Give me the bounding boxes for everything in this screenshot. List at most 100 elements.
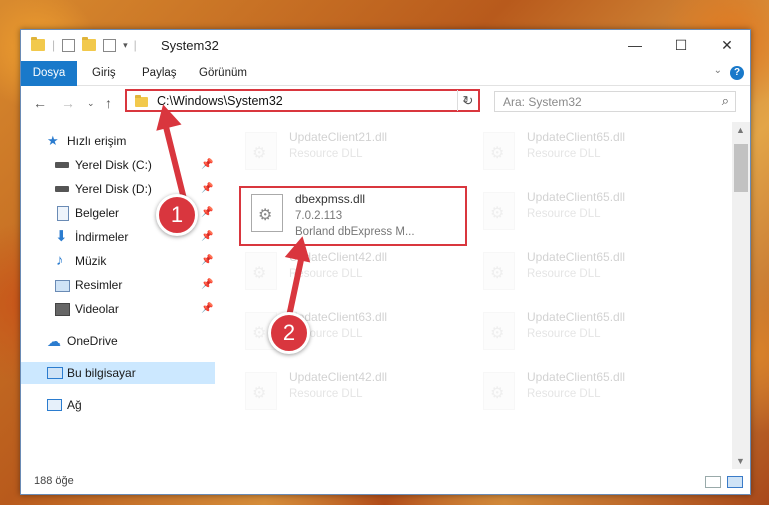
list-item[interactable]: UpdateClient65.dll Resource DLL bbox=[473, 366, 693, 414]
title-bar: | ▾ | System32 — ☐ ✕ bbox=[21, 30, 750, 61]
details-view-icon[interactable] bbox=[705, 476, 721, 488]
file-company: Borland dbExpress M... bbox=[295, 226, 415, 238]
pin-icon[interactable]: 📌 bbox=[201, 250, 213, 272]
nav-item-videos[interactable]: Videolar 📌 bbox=[21, 298, 215, 320]
dll-file-icon bbox=[483, 252, 515, 290]
list-item[interactable]: UpdateClient65.dll Resource DLL bbox=[473, 306, 693, 354]
address-bar[interactable]: C:\Windows\System32 ⌄ bbox=[125, 89, 480, 112]
dll-file-icon bbox=[483, 192, 515, 230]
scrollbar-thumb[interactable] bbox=[734, 144, 748, 192]
search-input[interactable]: Ara: System32 ⌕ bbox=[494, 91, 736, 112]
help-icon[interactable]: ? bbox=[730, 66, 744, 80]
file-description: Resource DLL bbox=[527, 388, 601, 400]
file-name: UpdateClient65.dll bbox=[527, 130, 626, 144]
file-description: Resource DLL bbox=[289, 388, 363, 400]
quick-access-toolbar: | ▾ | bbox=[31, 37, 137, 52]
up-arrow-icon[interactable]: ↑ bbox=[105, 95, 112, 111]
scroll-down-icon[interactable]: ▼ bbox=[736, 456, 745, 466]
videos-icon bbox=[55, 303, 70, 316]
file-list: UpdateClient21.dll Resource DLL dbexpmss… bbox=[235, 122, 732, 462]
callout-badge-1: 1 bbox=[156, 194, 198, 236]
list-item[interactable]: UpdateClient65.dll Resource DLL bbox=[473, 246, 693, 294]
nav-label: Bu bilgisayar bbox=[67, 366, 136, 380]
file-name: UpdateClient65.dll bbox=[527, 370, 626, 384]
close-button[interactable]: ✕ bbox=[704, 30, 750, 61]
minimize-button[interactable]: — bbox=[612, 30, 658, 61]
nav-item-disk-c[interactable]: Yerel Disk (C:) 📌 bbox=[21, 154, 215, 176]
chevron-down-icon[interactable]: ▾ bbox=[123, 40, 128, 51]
nav-label: Yerel Disk (C:) bbox=[75, 158, 152, 172]
documents-icon bbox=[57, 206, 69, 221]
pin-icon[interactable]: 📌 bbox=[201, 202, 213, 224]
search-placeholder: Ara: System32 bbox=[503, 95, 582, 109]
dll-file-icon bbox=[251, 194, 283, 232]
nav-label: OneDrive bbox=[67, 334, 118, 348]
dll-file-icon bbox=[483, 312, 515, 350]
list-item[interactable]: UpdateClient42.dll Resource DLL bbox=[235, 366, 455, 414]
nav-label: Resimler bbox=[75, 278, 123, 292]
divider: | bbox=[52, 38, 56, 52]
status-bar: 188 öğe bbox=[21, 470, 750, 494]
file-name: UpdateClient42.dll bbox=[289, 370, 388, 384]
chevron-down-icon[interactable]: ⌄ bbox=[714, 65, 722, 76]
vertical-scrollbar[interactable]: ▲ ▼ bbox=[732, 122, 750, 469]
properties-icon[interactable] bbox=[62, 38, 76, 52]
window-title: System32 bbox=[161, 38, 219, 53]
nav-label: Yerel Disk (D:) bbox=[75, 182, 152, 196]
explorer-window: | ▾ | System32 — ☐ ✕ Dosya Giriş Paylaş … bbox=[20, 29, 751, 495]
folder-icon bbox=[31, 37, 45, 51]
nav-quick-access[interactable]: ★ Hızlı erişim bbox=[21, 130, 215, 152]
recent-locations-icon[interactable]: ⌄ bbox=[87, 98, 95, 109]
file-description: Resource DLL bbox=[527, 328, 601, 340]
customize-icon[interactable] bbox=[103, 38, 117, 52]
pin-icon[interactable]: 📌 bbox=[201, 298, 213, 320]
maximize-button[interactable]: ☐ bbox=[658, 30, 704, 61]
music-icon: ♪ bbox=[56, 252, 64, 269]
pin-icon[interactable]: 📌 bbox=[201, 154, 213, 176]
nav-item-onedrive[interactable]: ☁ OneDrive bbox=[21, 330, 215, 352]
tab-view[interactable]: Görünüm bbox=[199, 61, 247, 85]
file-description: Resource DLL bbox=[527, 268, 601, 280]
pin-icon[interactable]: 📌 bbox=[201, 226, 213, 248]
computer-icon bbox=[47, 367, 63, 379]
file-description: Resource DLL bbox=[289, 148, 363, 160]
tab-share[interactable]: Paylaş bbox=[142, 61, 177, 85]
list-item[interactable]: UpdateClient42.dll Resource DLL bbox=[235, 246, 455, 294]
refresh-icon[interactable]: ↻ bbox=[457, 90, 478, 111]
file-version: 7.0.2.113 bbox=[295, 210, 343, 222]
nav-label: İndirmeler bbox=[75, 230, 129, 244]
dll-file-icon bbox=[483, 372, 515, 410]
nav-item-this-pc[interactable]: Bu bilgisayar bbox=[21, 362, 215, 384]
list-item[interactable]: UpdateClient65.dll Resource DLL bbox=[473, 126, 693, 174]
arrow-head-icon bbox=[284, 233, 316, 263]
callout-badge-2: 2 bbox=[268, 312, 310, 354]
file-name: UpdateClient21.dll bbox=[289, 130, 388, 144]
pin-icon[interactable]: 📌 bbox=[201, 178, 213, 200]
item-count: 188 öğe bbox=[34, 475, 74, 487]
new-folder-icon[interactable] bbox=[82, 37, 97, 51]
divider: | bbox=[133, 38, 137, 52]
network-icon bbox=[47, 399, 62, 411]
nav-item-pictures[interactable]: Resimler 📌 bbox=[21, 274, 215, 296]
download-icon: ⬇ bbox=[55, 228, 68, 245]
file-name: UpdateClient65.dll bbox=[527, 190, 626, 204]
navigation-pane: ★ Hızlı erişim Yerel Disk (C:) 📌 Yerel D… bbox=[21, 122, 217, 462]
list-item[interactable]: UpdateClient21.dll Resource DLL bbox=[235, 126, 455, 174]
list-item-dbexpmss[interactable]: dbexpmss.dll 7.0.2.113 Borland dbExpress… bbox=[239, 186, 467, 246]
pin-icon[interactable]: 📌 bbox=[201, 274, 213, 296]
back-arrow-icon[interactable]: ← bbox=[33, 95, 47, 111]
tab-home[interactable]: Giriş bbox=[92, 61, 116, 85]
tiles-view-icon[interactable] bbox=[727, 476, 743, 488]
nav-item-network[interactable]: Ağ bbox=[21, 394, 215, 416]
dll-file-icon bbox=[245, 372, 277, 410]
dll-file-icon bbox=[483, 132, 515, 170]
scroll-up-icon[interactable]: ▲ bbox=[736, 125, 745, 135]
dll-file-icon bbox=[245, 252, 277, 290]
nav-label: Videolar bbox=[75, 302, 119, 316]
nav-item-music[interactable]: ♪ Müzik 📌 bbox=[21, 250, 215, 272]
search-icon[interactable]: ⌕ bbox=[722, 93, 729, 109]
list-item[interactable]: UpdateClient65.dll Resource DLL bbox=[473, 186, 693, 234]
forward-arrow-icon[interactable]: → bbox=[61, 95, 75, 111]
drive-icon bbox=[55, 186, 69, 192]
cloud-icon: ☁ bbox=[47, 333, 61, 349]
